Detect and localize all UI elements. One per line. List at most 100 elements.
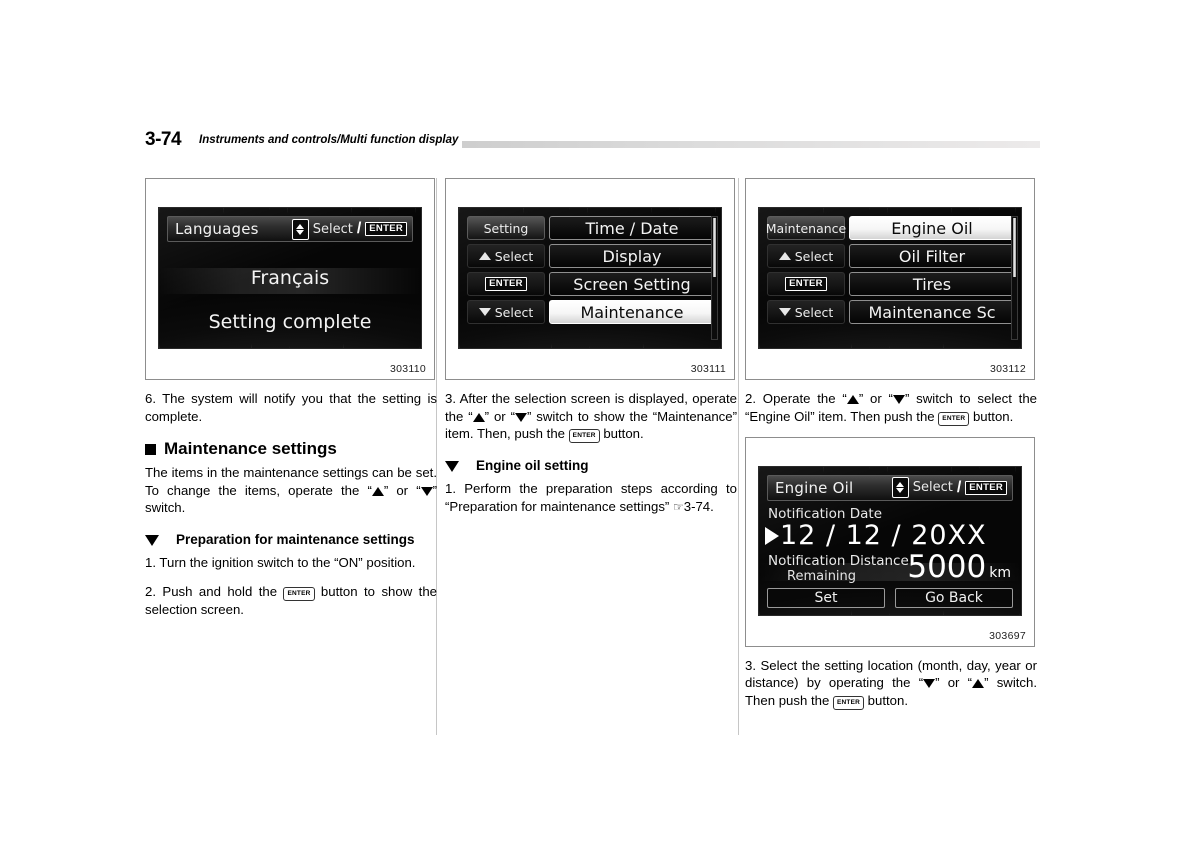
preparation-subheading: Preparation for maintenance settings xyxy=(145,531,437,548)
enter-button[interactable]: ENTER xyxy=(767,272,845,296)
select-up-label: Select xyxy=(794,248,834,264)
subheading-label: Engine oil setting xyxy=(476,458,589,474)
step-6-text: 6. The system will notify you that the s… xyxy=(145,391,437,424)
mfd-screen-maintenance-menu: Maintenance Select ENTER Select Engine O… xyxy=(758,207,1022,349)
down-arrow-icon xyxy=(778,308,791,316)
menu-item[interactable]: Maintenance Sc xyxy=(849,300,1015,324)
figure-number: 303697 xyxy=(989,629,1026,642)
distance-unit: km xyxy=(989,564,1011,581)
scrollbar[interactable] xyxy=(711,216,718,340)
figure-303697: Engine Oil Select / ENTER Notification D… xyxy=(745,436,1035,647)
step3-part-d: button. xyxy=(599,426,644,442)
up-arrow-icon xyxy=(371,486,384,496)
step3-part-b: ” or “ xyxy=(935,675,973,691)
distance-value-group: 5000 km xyxy=(907,551,1011,583)
mfd-screen-languages: Languages Select / ENTER Français Settin… xyxy=(158,207,422,349)
set-button[interactable]: Set xyxy=(767,587,885,608)
prep-step-2-text: 2. Push and hold the ENTER button to sho… xyxy=(145,583,437,619)
up-down-arrows-icon xyxy=(291,218,309,240)
screen-side-controls: Setting Select ENTER Select xyxy=(459,208,545,348)
menu-item[interactable]: Time / Date xyxy=(549,216,715,240)
language-value: Français xyxy=(250,267,330,289)
notification-distance-label: Notification Distance xyxy=(768,552,909,569)
step3-part-d: button. xyxy=(864,692,909,708)
maintenance-settings-heading: Maintenance settings xyxy=(145,439,437,459)
side-title-button: Maintenance xyxy=(765,216,847,240)
page-header: 3-74 Instruments and controls/Multi func… xyxy=(145,128,1040,152)
figure-number: 303110 xyxy=(389,363,426,375)
up-down-arrows-icon xyxy=(891,477,909,499)
screen-button-row: Set Go Back xyxy=(767,587,1013,608)
down-arrow-icon xyxy=(478,308,491,316)
step3-part-b: ” or “ xyxy=(484,408,515,424)
scrollbar[interactable] xyxy=(1011,216,1018,340)
up-arrow-icon xyxy=(972,679,985,689)
side-title-label: Setting xyxy=(483,220,529,236)
enter-key-icon: ENTER xyxy=(568,429,600,444)
side-title-button: Setting xyxy=(467,216,545,240)
menu-item-selected[interactable]: Maintenance xyxy=(549,300,715,324)
screen-menu-list: Engine Oil Oil Filter Tires Maintenance … xyxy=(845,208,1021,348)
remaining-label: Remaining xyxy=(787,568,857,584)
mfd-screen-setting-menu: Setting Select ENTER Select Time / Date … xyxy=(458,207,722,349)
step1-reference: 3-74. xyxy=(683,498,714,514)
menu-item[interactable]: Display xyxy=(549,244,715,268)
up-arrow-icon xyxy=(472,412,485,422)
up-arrow-icon xyxy=(846,395,859,404)
mfd-screen-engine-oil: Engine Oil Select / ENTER Notification D… xyxy=(758,465,1022,616)
engine-oil-step-1-text: 1. Perform the preparation steps accordi… xyxy=(445,480,737,516)
manual-page: 3-74 Instruments and controls/Multi func… xyxy=(0,0,1200,863)
subheading-label: Preparation for maintenance settings xyxy=(176,531,415,547)
enter-key-icon: ENTER xyxy=(938,411,970,426)
notification-date-value: 12 / 12 / 20XX xyxy=(780,519,987,551)
screen-title: Engine Oil xyxy=(775,478,854,497)
scrollbar-thumb[interactable] xyxy=(713,218,716,277)
select-hint-group: Select / ENTER xyxy=(291,218,412,240)
side-title-label: Maintenance xyxy=(765,220,847,236)
go-back-button[interactable]: Go Back xyxy=(895,587,1013,608)
figure-number: 303112 xyxy=(989,363,1026,375)
down-arrow-icon xyxy=(514,412,527,422)
step-2-text: 2. Operate the “” or “” switch to select… xyxy=(745,390,1037,426)
select-down-label: Select xyxy=(794,304,834,320)
enter-key-icon: ENTER xyxy=(832,695,865,710)
pointing-hand-icon: ☞ xyxy=(672,499,684,514)
enter-key-icon: ENTER xyxy=(365,222,407,236)
menu-item[interactable]: Screen Setting xyxy=(549,272,715,296)
step2-part-b: ” or “ xyxy=(858,391,893,406)
enter-key-icon: ENTER xyxy=(785,277,827,291)
column-divider-2 xyxy=(738,178,739,735)
down-arrow-icon xyxy=(420,486,433,496)
screen-title-bar: Engine Oil Select / ENTER xyxy=(767,474,1013,501)
select-up-button[interactable]: Select xyxy=(467,244,545,268)
select-label: Select xyxy=(912,480,953,496)
status-text: Setting complete xyxy=(208,311,372,333)
heading-label: Maintenance settings xyxy=(164,439,337,459)
figure-number: 303111 xyxy=(690,363,726,375)
select-down-button[interactable]: Select xyxy=(467,300,545,324)
menu-item-selected[interactable]: Engine Oil xyxy=(849,216,1015,240)
menu-item[interactable]: Oil Filter xyxy=(849,244,1015,268)
select-up-label: Select xyxy=(494,248,534,264)
prep-step-1-text: 1. Turn the ignition switch to the “ON” … xyxy=(145,554,416,570)
header-title: Instruments and controls/Multi function … xyxy=(199,134,459,146)
select-down-button[interactable]: Select xyxy=(767,300,845,324)
notification-date-row[interactable]: 12 / 12 / 20XX xyxy=(765,520,1011,552)
enter-key-icon: ENTER xyxy=(283,586,315,601)
step2-part-a: 2. Push and hold the xyxy=(145,583,284,599)
slash-separator: / xyxy=(956,478,962,496)
menu-item[interactable]: Tires xyxy=(849,272,1015,296)
enter-key-icon: ENTER xyxy=(965,480,1007,495)
step-3-text: 3. After the selection screen is display… xyxy=(445,390,737,444)
step-3-text: 3. Select the setting location (month, d… xyxy=(745,657,1037,710)
left-column: Languages Select / ENTER Français Settin… xyxy=(145,178,437,629)
enter-button[interactable]: ENTER xyxy=(467,272,545,296)
intro-part-b: ” or “ xyxy=(383,482,421,498)
right-column: Maintenance Select ENTER Select Engine O… xyxy=(745,178,1037,721)
cursor-arrow-icon xyxy=(765,526,779,545)
figure-303110: Languages Select / ENTER Français Settin… xyxy=(145,178,435,380)
screen-menu-list: Time / Date Display Screen Setting Maint… xyxy=(545,208,721,348)
triangle-bullet-icon xyxy=(145,534,159,546)
scrollbar-thumb[interactable] xyxy=(1013,218,1016,277)
select-up-button[interactable]: Select xyxy=(767,244,845,268)
